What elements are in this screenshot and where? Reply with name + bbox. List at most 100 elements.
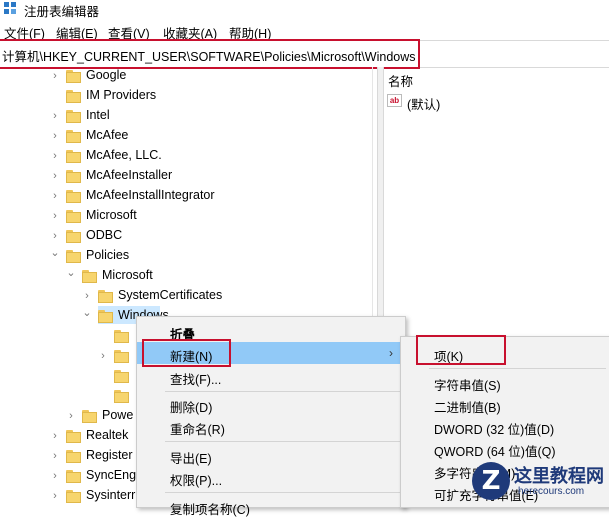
- folder-icon: [114, 370, 129, 383]
- tree-item-label: Policies: [86, 248, 130, 262]
- submenu-item-label: DWORD (32 位)值(D): [434, 423, 555, 437]
- chevron-down-icon[interactable]: ⌄: [66, 267, 76, 279]
- folder-icon: [98, 290, 113, 303]
- menu-separator: [165, 391, 401, 392]
- chevron-right-icon[interactable]: ›: [50, 450, 60, 462]
- chevron-down-icon[interactable]: ⌄: [82, 307, 92, 319]
- tree-item-label: Intel: [86, 108, 110, 122]
- menu-item-label: 重命名(R): [170, 423, 225, 437]
- tree-item-label: Register: [86, 448, 133, 462]
- menu-item-permissions[interactable]: 权限(P)...: [137, 466, 405, 488]
- chevron-right-icon[interactable]: ›: [50, 70, 60, 82]
- menu-item-copy-key-name[interactable]: 复制项名称(C): [137, 495, 405, 517]
- submenu-item-qword-value[interactable]: QWORD (64 位)值(Q): [401, 437, 609, 459]
- menu-separator: [429, 368, 606, 369]
- tree-item-label: SyncEng: [86, 468, 137, 482]
- tree-item-label: McAfeeInstaller: [86, 168, 173, 182]
- menu-item-delete[interactable]: 删除(D): [137, 393, 405, 415]
- tree-item-label: Powe: [102, 408, 134, 422]
- tree-item[interactable]: › SystemCertificates: [84, 287, 375, 307]
- title-bar: 注册表编辑器: [0, 0, 609, 20]
- chevron-right-icon[interactable]: ›: [50, 430, 60, 442]
- tree-item[interactable]: › McAfeeInstaller: [52, 167, 375, 187]
- tree-item[interactable]: ⌄ Microsoft: [66, 267, 375, 287]
- submenu-item-label: QWORD (64 位)值(Q): [434, 445, 556, 459]
- tree-item[interactable]: › ODBC: [52, 227, 375, 247]
- folder-icon: [114, 330, 129, 343]
- menu-item-export[interactable]: 导出(E): [137, 444, 405, 466]
- site-watermark: Z 这里教程网 herecours.com: [470, 460, 609, 506]
- folder-icon: [66, 170, 81, 183]
- tree-item[interactable]: › Intel: [52, 107, 375, 127]
- menu-item-label: 删除(D): [170, 401, 213, 415]
- menu-separator: [165, 441, 401, 442]
- submenu-item-string-value[interactable]: 字符串值(S): [401, 371, 609, 393]
- folder-icon: [82, 410, 97, 423]
- chevron-right-icon[interactable]: ›: [50, 230, 60, 242]
- folder-icon: [66, 230, 81, 243]
- tree-item-label: Realtek: [86, 428, 129, 442]
- tree-item[interactable]: › Microsoft: [52, 207, 375, 227]
- chevron-right-icon[interactable]: ›: [50, 490, 60, 502]
- chevron-right-icon[interactable]: ›: [50, 210, 60, 222]
- tree-item[interactable]: IM Providers: [52, 87, 375, 107]
- watermark-title: 这里教程网: [514, 466, 604, 487]
- tree-item-label: McAfee: [86, 128, 129, 142]
- folder-icon: [66, 150, 81, 163]
- highlight-box-address: [0, 39, 420, 69]
- chevron-right-icon[interactable]: ›: [50, 150, 60, 162]
- folder-icon: [66, 450, 81, 463]
- menu-item-find[interactable]: 查找(F)...: [137, 365, 405, 387]
- chevron-right-icon[interactable]: ›: [50, 110, 60, 122]
- tree-item-label: Microsoft: [86, 208, 137, 222]
- submenu-item-binary-value[interactable]: 二进制值(B): [401, 393, 609, 415]
- folder-icon: [82, 270, 97, 283]
- chevron-right-icon[interactable]: ›: [66, 410, 76, 422]
- folder-icon: [66, 430, 81, 443]
- tree-item[interactable]: › Google: [52, 67, 375, 87]
- menu-bar: 文件(F) 编辑(E) 查看(V) 收藏夹(A) 帮助(H): [0, 22, 609, 41]
- chevron-right-icon[interactable]: ›: [50, 190, 60, 202]
- chevron-right-icon[interactable]: ›: [50, 470, 60, 482]
- menu-item-label: 复制项名称(C): [170, 503, 250, 517]
- menu-item-rename[interactable]: 重命名(R): [137, 415, 405, 437]
- column-header-name[interactable]: 名称: [388, 71, 413, 90]
- watermark-url: herecours.com: [518, 486, 585, 497]
- tree-item-label: SystemCertificates: [118, 288, 223, 302]
- chevron-right-icon: ›: [389, 346, 393, 360]
- string-value-icon: ab: [387, 94, 402, 107]
- chevron-down-icon[interactable]: ⌄: [50, 247, 60, 259]
- menu-item-label: 权限(P)...: [170, 474, 223, 488]
- tree-item-label: IM Providers: [86, 88, 157, 102]
- menu-item-label: 导出(E): [170, 452, 212, 466]
- chevron-right-icon[interactable]: ›: [82, 290, 92, 302]
- folder-icon: [98, 310, 113, 323]
- folder-icon: [66, 470, 81, 483]
- tree-item-label: McAfee, LLC.: [86, 148, 162, 162]
- tree-item[interactable]: › McAfee, LLC.: [52, 147, 375, 167]
- menu-separator: [165, 492, 401, 493]
- menu-item-label: 查找(F)...: [170, 373, 222, 387]
- tree-item-label: ODBC: [86, 228, 123, 242]
- chevron-right-icon[interactable]: ›: [98, 350, 108, 362]
- tree-item[interactable]: › McAfee: [52, 127, 375, 147]
- submenu-item-label: 二进制值(B): [434, 401, 501, 415]
- tree-item[interactable]: › McAfeeInstallIntegrator: [52, 187, 375, 207]
- tree-item[interactable]: ⌄ Policies: [50, 247, 375, 267]
- folder-icon: [114, 350, 129, 363]
- chevron-right-icon[interactable]: ›: [50, 130, 60, 142]
- submenu-item-dword-value[interactable]: DWORD (32 位)值(D): [401, 415, 609, 437]
- folder-icon: [66, 210, 81, 223]
- tree-item-label: Google: [86, 68, 127, 82]
- registry-editor-icon: [4, 2, 17, 15]
- chevron-right-icon[interactable]: ›: [50, 170, 60, 182]
- folder-icon: [66, 490, 81, 503]
- tree-item-label: Microsoft: [102, 268, 153, 282]
- folder-icon: [66, 70, 81, 83]
- highlight-box-key: [416, 335, 506, 365]
- folder-icon: [66, 190, 81, 203]
